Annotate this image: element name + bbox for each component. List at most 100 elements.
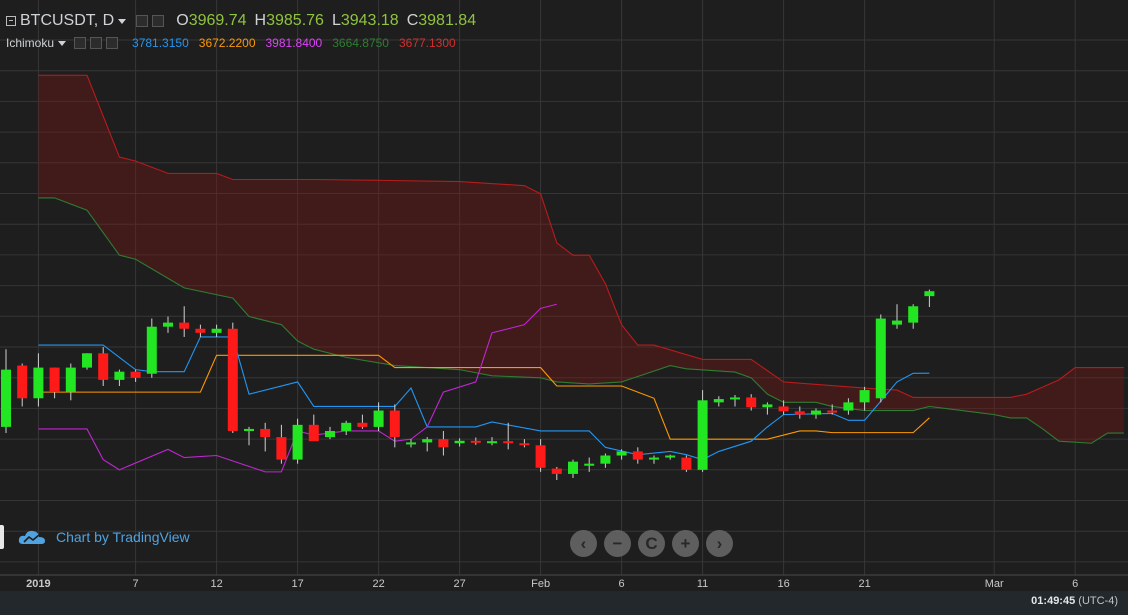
x-tick-label: 6 [619, 578, 625, 590]
eye-icon[interactable] [136, 15, 149, 27]
x-tick-label: 16 [777, 578, 789, 590]
candle-body [730, 397, 740, 400]
symbol-label[interactable]: BTCUSDT, D [20, 12, 114, 30]
reset-button[interactable]: C [638, 530, 665, 557]
candle-body [600, 455, 611, 464]
candle-body [65, 367, 76, 393]
candle-body [341, 422, 352, 431]
candle-body [616, 451, 627, 456]
candle-body [519, 443, 530, 446]
high-label: H [254, 12, 267, 29]
indicator-remove-icon[interactable] [106, 37, 119, 49]
cloud-icon [18, 530, 45, 544]
candle-body [697, 400, 708, 470]
low-label: L [331, 12, 341, 29]
scroll-left-button[interactable]: ‹ [570, 530, 597, 557]
candle-body [260, 428, 271, 438]
candle-body [195, 328, 206, 333]
close-label: C [406, 12, 419, 29]
candle-body [908, 306, 919, 323]
candle-body [98, 353, 109, 380]
zoom-out-button[interactable]: − [604, 530, 631, 557]
close-value: 3981.84 [418, 12, 477, 29]
chikou-value: 3981.8400 [265, 36, 323, 50]
candle-body [892, 320, 902, 325]
high-value: 3985.76 [266, 12, 324, 29]
candle-body [503, 441, 514, 444]
tradingview-watermark[interactable]: Chart by TradingView [0, 524, 190, 550]
candle-body [438, 439, 449, 448]
low-value: 3943.18 [340, 12, 399, 29]
candle-body [487, 441, 497, 444]
candle-body [454, 440, 465, 444]
bottom-toolbar [0, 591, 1128, 615]
candle-body [179, 322, 190, 329]
candle-body [811, 410, 821, 415]
zoom-in-button[interactable]: + [672, 530, 699, 557]
x-tick-label: 27 [453, 578, 465, 590]
candle-body [681, 457, 692, 470]
tenkan-value: 3781.3150 [132, 36, 189, 50]
span-a-value: 3664.8750 [332, 36, 389, 50]
x-tick-label: 2019 [26, 578, 50, 590]
x-tick-label: 11 [697, 578, 708, 590]
candle-body [130, 371, 141, 378]
candle-body [713, 399, 724, 403]
candle-body [389, 410, 400, 438]
x-tick-label: Feb [531, 578, 550, 590]
candle-body [49, 367, 60, 393]
candle-body [325, 430, 335, 438]
candle-body [308, 424, 319, 442]
indicator-chevron-down-icon[interactable] [58, 40, 67, 46]
candle-body [551, 468, 562, 474]
candle-body [632, 451, 643, 460]
candle-body [276, 437, 287, 460]
candle-body [778, 406, 789, 412]
x-tick-label: Mar [985, 578, 1004, 590]
clock-timezone: (UTC-4) [1078, 595, 1118, 607]
candle-body [762, 404, 773, 408]
candle-body [665, 455, 676, 458]
symbol-chevron-down-icon[interactable] [118, 18, 127, 24]
indicator-name[interactable]: Ichimoku [6, 36, 54, 50]
candle-body [827, 410, 838, 413]
x-tick-label: 6 [1072, 578, 1078, 590]
candle-body [422, 439, 433, 443]
collapse-icon[interactable] [6, 16, 16, 26]
price-chart[interactable]: 2019 7 12 17 22 27 Feb 6 11 16 21 Mar 6 [0, 0, 1128, 615]
candle-body [924, 291, 935, 297]
candle-body [17, 365, 28, 399]
scroll-right-button[interactable]: › [706, 530, 733, 557]
candle-body [568, 461, 578, 474]
indicator-eye-icon[interactable] [74, 37, 87, 49]
candle-body [357, 422, 368, 427]
settings-icon[interactable] [152, 15, 165, 27]
candle-body [146, 326, 157, 374]
candle-body [211, 328, 222, 333]
watermark-tab [0, 525, 4, 549]
span-b-value: 3677.1300 [398, 36, 456, 50]
candle-body [843, 402, 854, 411]
candle-body [373, 410, 384, 427]
candle-body [82, 353, 92, 368]
watermark-text: Chart by TradingView [56, 529, 190, 545]
candle-body [406, 442, 416, 445]
clock: 01:49:45 (UTC-4) [1031, 595, 1118, 607]
candle-body [875, 318, 886, 399]
x-tick-label: 22 [372, 578, 384, 590]
candle-body [535, 445, 546, 468]
candle-body [470, 440, 481, 443]
candle-body [649, 457, 659, 460]
x-tick-label: 17 [291, 578, 303, 590]
candle-body [33, 367, 44, 399]
candle-body [114, 371, 125, 380]
clock-time: 01:49:45 [1031, 595, 1076, 607]
x-tick-label: 21 [858, 578, 870, 590]
candle-body [227, 328, 238, 431]
x-tick-label: 7 [133, 578, 139, 590]
open-value: 3969.74 [188, 12, 247, 29]
open-label: O [176, 12, 189, 29]
candle-body [794, 411, 805, 415]
x-tick-label: 12 [210, 578, 222, 590]
indicator-settings-icon[interactable] [90, 37, 103, 49]
